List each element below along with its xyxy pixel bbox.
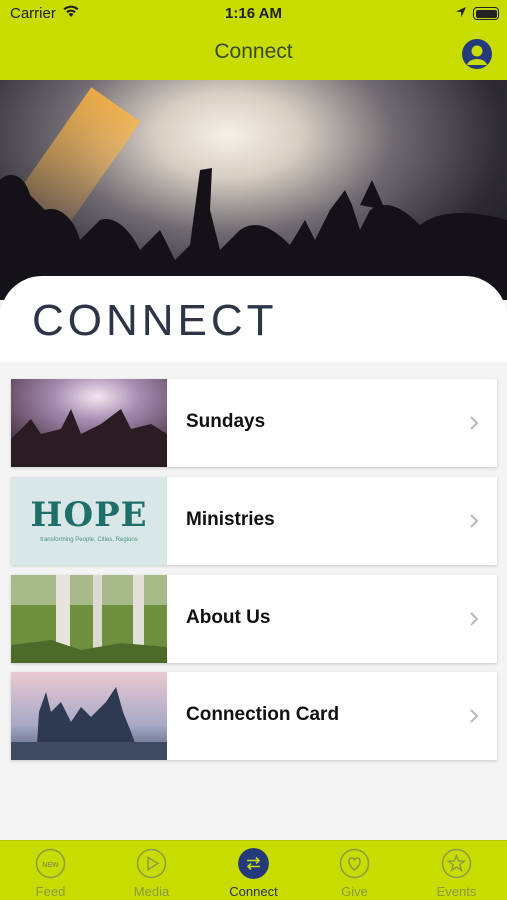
- play-icon: [136, 848, 167, 879]
- new-badge-text: NEW: [42, 862, 59, 869]
- tab-events[interactable]: Events: [406, 841, 507, 900]
- nav-bar: Connect: [0, 28, 507, 80]
- hero-image: [0, 80, 507, 300]
- profile-icon[interactable]: [462, 39, 492, 69]
- list-item-label: Ministries: [186, 509, 275, 530]
- connection-card-thumbnail: [11, 672, 167, 760]
- chevron-right-icon: [470, 514, 479, 528]
- tab-label: Events: [436, 884, 477, 899]
- chevron-right-icon: [470, 612, 479, 626]
- battery-icon: [473, 7, 499, 20]
- tab-label: Give: [341, 884, 368, 899]
- list-item-sundays[interactable]: Sundays: [11, 379, 497, 467]
- list-item-ministries[interactable]: HOPE transforming People, Cities, Region…: [11, 477, 497, 565]
- page-title: Connect: [214, 40, 293, 63]
- ministries-thumbnail: HOPE transforming People, Cities, Region…: [11, 477, 167, 565]
- status-time: 1:16 AM: [225, 5, 282, 22]
- status-bar: Carrier 1:16 AM: [0, 0, 507, 28]
- tab-connect[interactable]: Connect: [203, 841, 304, 900]
- tab-label: Media: [133, 884, 170, 899]
- chevron-right-icon: [470, 709, 479, 723]
- chevron-right-icon: [470, 416, 479, 430]
- sundays-thumbnail: [11, 379, 167, 467]
- hope-tagline: transforming People, Cities, Regions: [40, 537, 138, 543]
- star-icon: [441, 848, 472, 879]
- heart-icon: [339, 848, 370, 879]
- section-header: CONNECT: [0, 276, 507, 366]
- list-item-label: Sundays: [186, 411, 266, 432]
- location-arrow-icon: [456, 7, 466, 17]
- new-icon: NEW: [35, 848, 66, 879]
- tab-media[interactable]: Media: [101, 841, 202, 900]
- tab-feed[interactable]: NEW Feed: [0, 841, 101, 900]
- list-item-connection-card[interactable]: Connection Card: [11, 672, 497, 760]
- list-item-about-us[interactable]: About Us: [11, 575, 497, 663]
- tab-label: Feed: [35, 884, 66, 899]
- about-us-thumbnail: [11, 575, 167, 663]
- hope-logo: HOPE: [30, 495, 148, 535]
- connect-arrows-icon: [238, 848, 269, 879]
- tab-bar: NEW Feed Media Connect Give Events: [0, 840, 507, 900]
- tab-label: Connect: [229, 884, 278, 899]
- tab-give[interactable]: Give: [304, 841, 405, 900]
- list-item-label: Connection Card: [186, 704, 340, 725]
- list-item-label: About Us: [186, 607, 271, 628]
- section-heading: CONNECT: [32, 296, 278, 345]
